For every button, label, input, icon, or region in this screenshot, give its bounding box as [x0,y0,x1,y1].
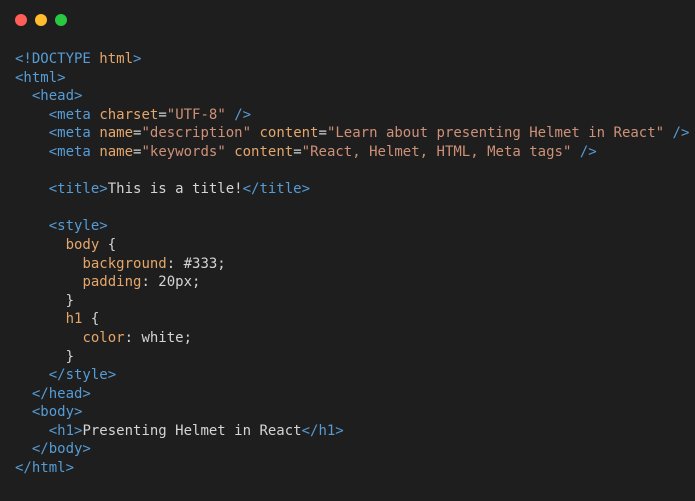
code-plain-token: : white; [124,329,193,346]
code-tag-token: </html> [15,460,75,477]
code-plain-token [15,125,49,141]
code-tag-token: <style> [48,218,108,235]
code-attribute-token: name [99,125,134,142]
code-string-token: "keywords" [141,143,226,160]
code-line: <body> [15,403,689,422]
code-attribute-token: body [65,236,100,253]
code-plain-token: { [82,311,100,328]
code-plain-token [15,218,49,234]
code-tag-token: </body> [31,441,91,458]
code-tag-token: <body> [31,404,83,421]
window-titlebar [0,0,695,40]
code-plain-token: : 20px; [141,274,201,291]
code-block: <!DOCTYPE html> <html> <head> <meta chars… [15,50,689,478]
code-text-token: This is a title! [107,181,243,198]
code-string-token: "description" [141,125,252,142]
code-window: <!DOCTYPE html> <html> <head> <meta chars… [0,0,695,501]
code-string-token: "React, Helmet, HTML, Meta tags" [301,143,572,160]
code-plain-token: : #333; [166,255,226,272]
code-plain-token: } [15,292,75,309]
code-line: </body> [15,440,689,459]
code-plain-token [571,144,579,160]
close-window-icon[interactable] [15,14,27,26]
code-attribute-token: padding [82,274,142,291]
code-tag-token: /> [672,125,690,142]
code-plain-token: = [158,106,167,123]
code-plain-token [664,125,672,141]
code-line: </head> [15,385,689,404]
code-plain-token: = [318,125,327,142]
code-tag-token: <html> [15,69,66,86]
code-plain-token [15,181,49,197]
code-tag-token: /> [579,143,597,160]
code-line: <html> [15,69,689,88]
code-plain-token [15,88,32,104]
code-tag-token: </title> [242,181,311,198]
code-line: <!DOCTYPE html> [15,50,689,69]
code-text-token: Presenting Helmet in React [82,422,302,439]
code-line: background: #333; [15,255,689,274]
minimize-window-icon[interactable] [35,14,47,26]
code-plain-token [15,144,49,160]
code-line: <style> [15,217,689,236]
code-tag-token: <meta [48,125,91,142]
code-plain-token [15,367,49,383]
code-string-token: "UTF-8" [166,106,226,123]
code-line: body { [15,236,689,255]
code-attribute-token: color [82,329,125,346]
code-tag-token: <!DOCTYPE [15,51,91,67]
code-plain-token [15,237,66,253]
code-line: padding: 20px; [15,273,689,292]
code-line: <meta charset="UTF-8" /> [15,106,689,125]
code-plain-token [226,144,234,160]
code-line: <meta name="keywords" content="React, He… [15,143,689,162]
code-plain-token [226,107,234,123]
code-plain-token [15,274,82,290]
code-tag-token: <meta [48,106,91,123]
code-attribute-token: charset [99,106,159,123]
code-tag-token: </head> [31,385,91,402]
code-line: <h1>Presenting Helmet in React</h1> [15,422,689,441]
code-plain-token [15,423,49,439]
code-attribute-token: content [259,125,319,142]
zoom-window-icon[interactable] [55,14,67,26]
code-plain-token [15,386,32,402]
code-tag-token: <h1> [48,422,83,439]
code-plain-token: = [293,143,302,160]
code-plain-token [15,107,49,123]
code-tag-token: </h1> [301,422,344,439]
code-line: } [15,292,689,311]
code-tag-token: <title> [48,181,108,198]
code-line: <head> [15,87,689,106]
code-plain-token [15,404,32,420]
code-plain-token: { [99,236,117,253]
code-tag-token: > [133,51,142,67]
code-attribute-token: content [234,143,294,160]
code-string-token: "Learn about presenting Helmet in React" [326,125,665,142]
code-attribute-token: html [99,51,134,67]
code-attribute-token: background [82,255,167,272]
code-plain-token [15,256,82,272]
code-tag-token: </style> [48,367,117,384]
code-line: <title>This is a title!</title> [15,180,689,199]
code-line: <meta name="description" content="Learn … [15,124,690,143]
code-plain-token [15,330,82,346]
code-line: h1 { [15,310,689,329]
code-plain-token [15,311,66,327]
code-line: } [15,348,689,367]
code-attribute-token: name [99,143,134,160]
code-tag-token: /> [234,106,252,123]
code-tag-token: <head> [31,88,83,105]
code-attribute-token: h1 [65,311,83,328]
code-line: </html> [15,459,689,478]
code-line: color: white; [15,329,689,348]
code-plain-token: } [15,348,75,365]
code-plain-token [15,441,32,457]
code-tag-token: <meta [48,143,91,160]
code-line: </style> [15,366,689,385]
